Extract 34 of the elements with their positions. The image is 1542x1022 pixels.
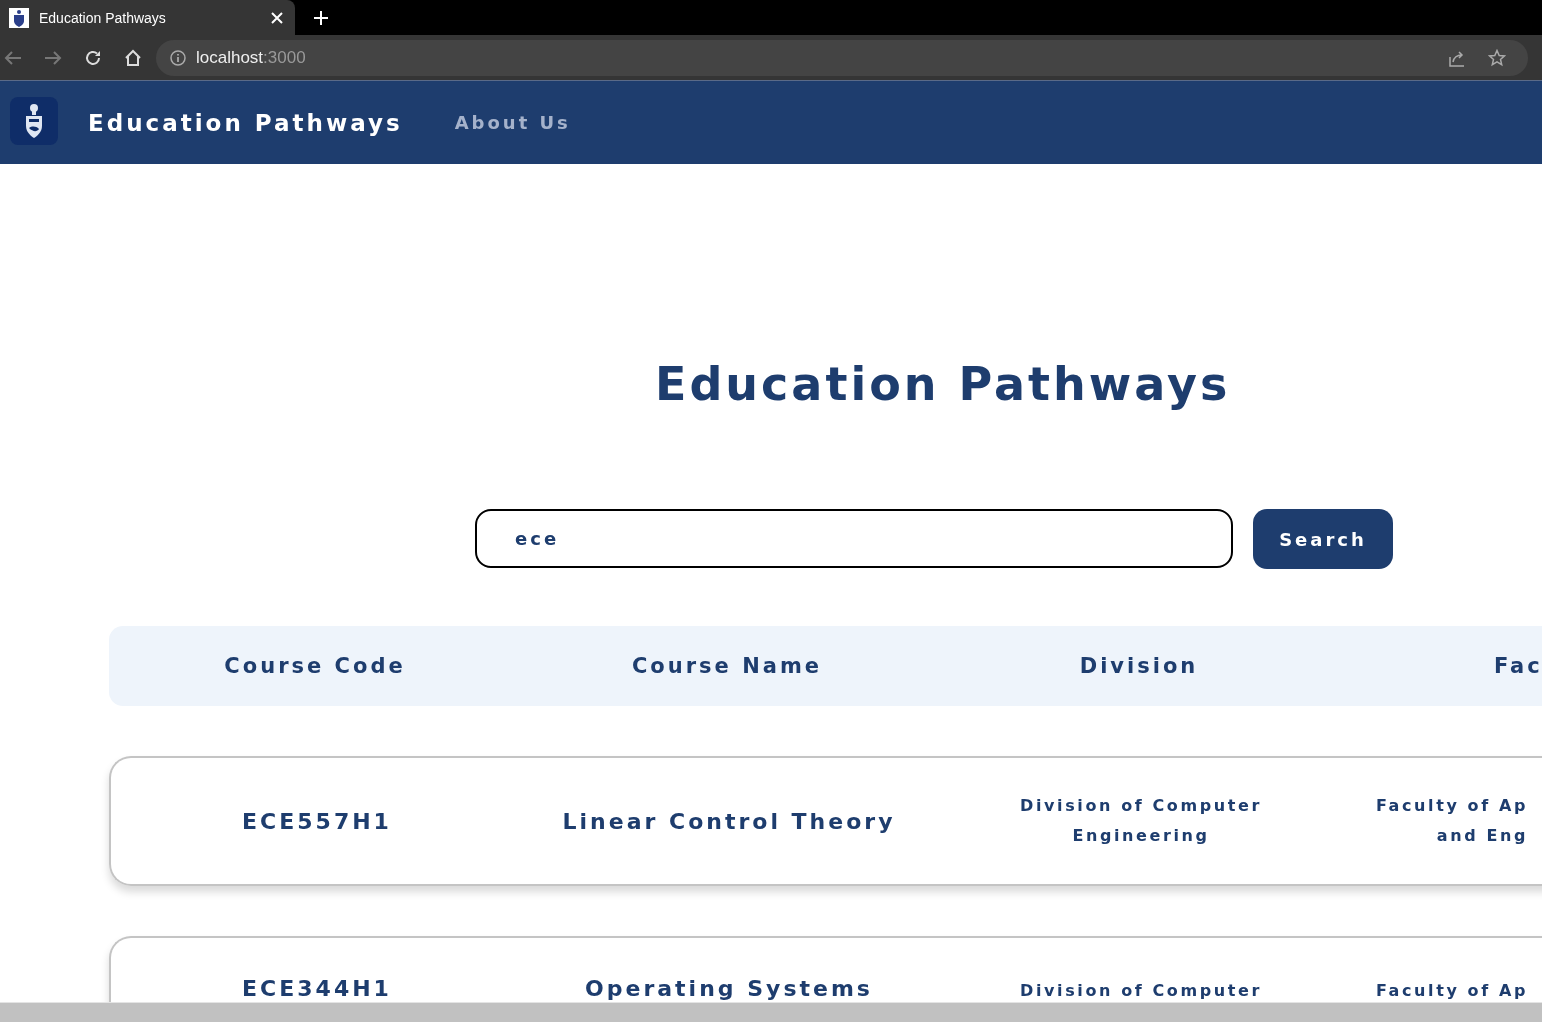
column-header: Course Name bbox=[630, 654, 824, 678]
back-icon[interactable] bbox=[4, 49, 22, 66]
faculty-text: Faculty of Ap bbox=[1376, 980, 1528, 1002]
close-icon[interactable] bbox=[271, 11, 283, 24]
column-header: Fac bbox=[1493, 654, 1542, 678]
crest-logo-icon[interactable] bbox=[10, 96, 58, 145]
share-icon[interactable] bbox=[1448, 48, 1466, 67]
course-code: ECE344H1 bbox=[241, 976, 393, 1001]
reload-icon[interactable] bbox=[84, 48, 102, 67]
home-icon[interactable] bbox=[124, 48, 142, 67]
forward-icon[interactable] bbox=[44, 49, 62, 66]
page-heading: Education Pathways bbox=[655, 356, 1232, 413]
star-icon[interactable] bbox=[1488, 48, 1506, 67]
division-text: Division of Computer bbox=[1020, 980, 1262, 1002]
course-name: Operating Systems bbox=[584, 976, 874, 1001]
info-icon bbox=[170, 49, 186, 66]
course-row-card[interactable]: ECE557H1 Linear Control Theory Division of Computer Engineering Faculty of Ap and Eng bbox=[109, 756, 1542, 886]
division-text: Division of Computer Engineering bbox=[1020, 795, 1262, 847]
column-header: Course Code bbox=[223, 654, 407, 678]
horizontal-scrollbar[interactable] bbox=[0, 1002, 1542, 1022]
course-name: Linear Control Theory bbox=[561, 808, 897, 834]
brand-title[interactable]: Education Pathways bbox=[88, 109, 403, 136]
crest-icon bbox=[9, 7, 29, 28]
search-field[interactable]: ece bbox=[475, 509, 1233, 568]
url-text: localhost:3000 bbox=[196, 47, 306, 68]
address-bar[interactable]: localhost:3000 bbox=[156, 39, 1528, 76]
plus-icon[interactable] bbox=[313, 9, 329, 26]
column-header: Division bbox=[1078, 654, 1200, 678]
tab-title: Education Pathways bbox=[39, 9, 167, 26]
browser-tab[interactable]: Education Pathways bbox=[0, 0, 295, 35]
search-button[interactable]: Search bbox=[1253, 509, 1393, 569]
course-code: ECE557H1 bbox=[241, 808, 393, 834]
about-link[interactable]: About Us bbox=[454, 112, 571, 133]
faculty-text: Faculty of Ap and Eng bbox=[1376, 795, 1528, 847]
